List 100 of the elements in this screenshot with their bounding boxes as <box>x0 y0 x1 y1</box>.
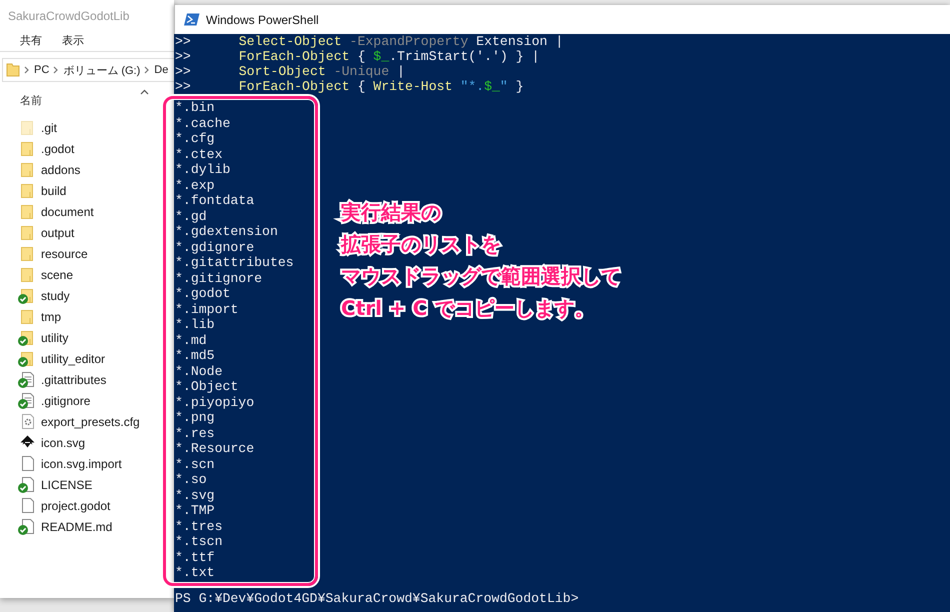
folder-icon <box>21 246 34 261</box>
sort-caret-icon <box>140 89 149 95</box>
file-name: output <box>41 226 74 240</box>
chevron-icon <box>53 66 60 74</box>
column-label: 名前 <box>20 93 42 108</box>
file-name: export_presets.cfg <box>41 414 140 428</box>
file-item[interactable]: project.godot <box>0 495 114 516</box>
annotation-text: 拡張子のリストを <box>341 232 502 256</box>
output-line: *.png <box>175 410 215 425</box>
file-name: .gitattributes <box>41 372 106 386</box>
output-line: *.txt <box>175 565 215 580</box>
output-line: *.cfg <box>175 131 215 146</box>
output-line: *.fontdata <box>175 193 254 208</box>
continuation-prompt: >> <box>175 64 191 79</box>
file-name: .git <box>41 120 58 134</box>
file-item[interactable]: .gitignore <box>0 390 94 411</box>
file-item[interactable]: .godot <box>0 138 78 159</box>
output-line: *.dylib <box>175 162 230 177</box>
output-line: *.Object <box>175 379 238 394</box>
folder-icon <box>21 309 34 324</box>
ribbon-tab[interactable]: 表示 <box>62 29 84 51</box>
output-line: *.tscn <box>175 534 222 549</box>
annotation-text: 実行結果の <box>341 200 442 224</box>
file-item[interactable]: build <box>0 180 70 201</box>
output-line: *.bin <box>175 100 215 115</box>
file-name: document <box>41 204 94 218</box>
file-item[interactable]: utility <box>0 327 72 348</box>
output-line: *.Node <box>175 364 222 378</box>
file-name: tmp <box>41 310 62 324</box>
continuation-prompt: >> <box>175 49 191 64</box>
file-item[interactable]: utility_editor <box>0 348 110 369</box>
output-line: *.md5 <box>175 348 215 363</box>
breadcrumb-item[interactable]: De <box>154 64 168 76</box>
output-line: *.res <box>175 426 215 440</box>
file-item[interactable]: icon.svg <box>0 432 90 453</box>
file-name: icon.svg <box>41 436 86 450</box>
output-line: *.gdextension <box>175 224 278 239</box>
file-item[interactable]: study <box>0 285 74 306</box>
file-item[interactable]: icon.svg.import <box>0 453 126 474</box>
file-name: build <box>41 184 66 198</box>
command-line: ForEach-Object { Write-Host "*.$_" } <box>238 79 524 94</box>
file-name: utility <box>41 330 68 344</box>
window-title: Windows PowerShell <box>206 12 319 26</box>
file-name: scene <box>41 268 74 282</box>
breadcrumb-item[interactable]: ボリューム (G:) <box>63 62 140 78</box>
file-item[interactable]: document <box>0 201 98 222</box>
output-line: *.gitattributes <box>175 255 294 270</box>
file-name: study <box>41 288 70 302</box>
file-item[interactable]: LICENSE <box>0 474 96 495</box>
file-item[interactable]: addons <box>0 159 84 180</box>
file-item[interactable]: resource <box>0 243 92 264</box>
continuation-prompt: >> <box>175 79 191 94</box>
continuation-prompt: >> <box>175 34 191 49</box>
chevron-icon <box>144 66 150 74</box>
file-item[interactable]: README.md <box>0 516 116 537</box>
folder-icon <box>21 267 34 282</box>
file-item[interactable]: scene <box>0 264 78 285</box>
file-name: addons <box>41 162 80 176</box>
output-line: *.scn <box>175 456 215 472</box>
output-line: *.exp <box>175 178 215 192</box>
folder-icon <box>21 120 34 135</box>
file-name: utility_editor <box>41 352 106 366</box>
annotation-text: Ctrl + C でコピーします。 <box>341 296 596 320</box>
file-icon <box>22 498 34 513</box>
gear-file-icon <box>22 414 34 429</box>
chevron-icon <box>24 66 30 74</box>
file-name: README.md <box>41 520 112 534</box>
file-item[interactable]: .git <box>0 117 62 138</box>
output-line: *.godot <box>175 286 230 301</box>
ribbon-tab[interactable]: 共有 <box>20 29 42 51</box>
folder-icon <box>21 162 34 177</box>
file-name: icon.svg.import <box>41 456 122 470</box>
file-name: LICENSE <box>41 478 92 492</box>
folder-icon <box>21 141 34 156</box>
command-line: Sort-Object -Unique | <box>238 64 405 79</box>
output-line: *.TMP <box>175 503 215 518</box>
file-name: .godot <box>41 142 74 156</box>
file-item[interactable]: export_presets.cfg <box>0 411 144 432</box>
breadcrumb-item[interactable]: PC <box>34 64 50 76</box>
file-icon <box>22 456 34 471</box>
file-item[interactable]: output <box>0 222 78 243</box>
window-title: SakuraCrowdGodotLib <box>7 8 130 25</box>
output-line: *.tres <box>175 518 222 534</box>
output-line: *.so <box>175 472 207 487</box>
folder-icon <box>6 63 20 77</box>
output-line: *.import <box>175 302 238 316</box>
output-line: *.lib <box>175 317 215 332</box>
powershell-icon <box>184 13 200 26</box>
file-item[interactable]: .gitattributes <box>0 369 110 390</box>
folder-icon <box>21 225 34 240</box>
output-line: *.ctex <box>175 146 222 162</box>
address-bar[interactable]: PC ボリューム (G:) De <box>2 58 174 82</box>
output-line: *.cache <box>175 116 230 130</box>
command-line: Select-Object -ExpandProperty Extension | <box>238 34 564 49</box>
pen-tool-icon <box>20 435 35 449</box>
command-line: ForEach-Object { $_.TrimStart('.') } | <box>238 49 540 64</box>
file-name: project.godot <box>41 498 110 512</box>
file-item[interactable]: tmp <box>0 306 66 327</box>
prompt-line: PS G:¥Dev¥Godot4GD¥SakuraCrowd¥SakuraCrowdGodotLib> <box>175 590 579 606</box>
output-line: *.gdignore <box>175 240 254 254</box>
